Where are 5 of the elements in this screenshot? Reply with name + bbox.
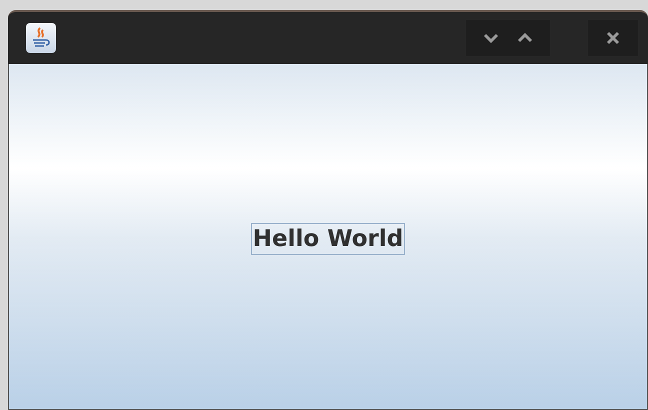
close-icon xyxy=(606,31,620,45)
hello-label: Hello World xyxy=(250,222,406,254)
chevron-up-icon xyxy=(517,33,533,43)
chevron-down-icon xyxy=(483,33,499,43)
coffee-cup-icon xyxy=(26,23,56,53)
